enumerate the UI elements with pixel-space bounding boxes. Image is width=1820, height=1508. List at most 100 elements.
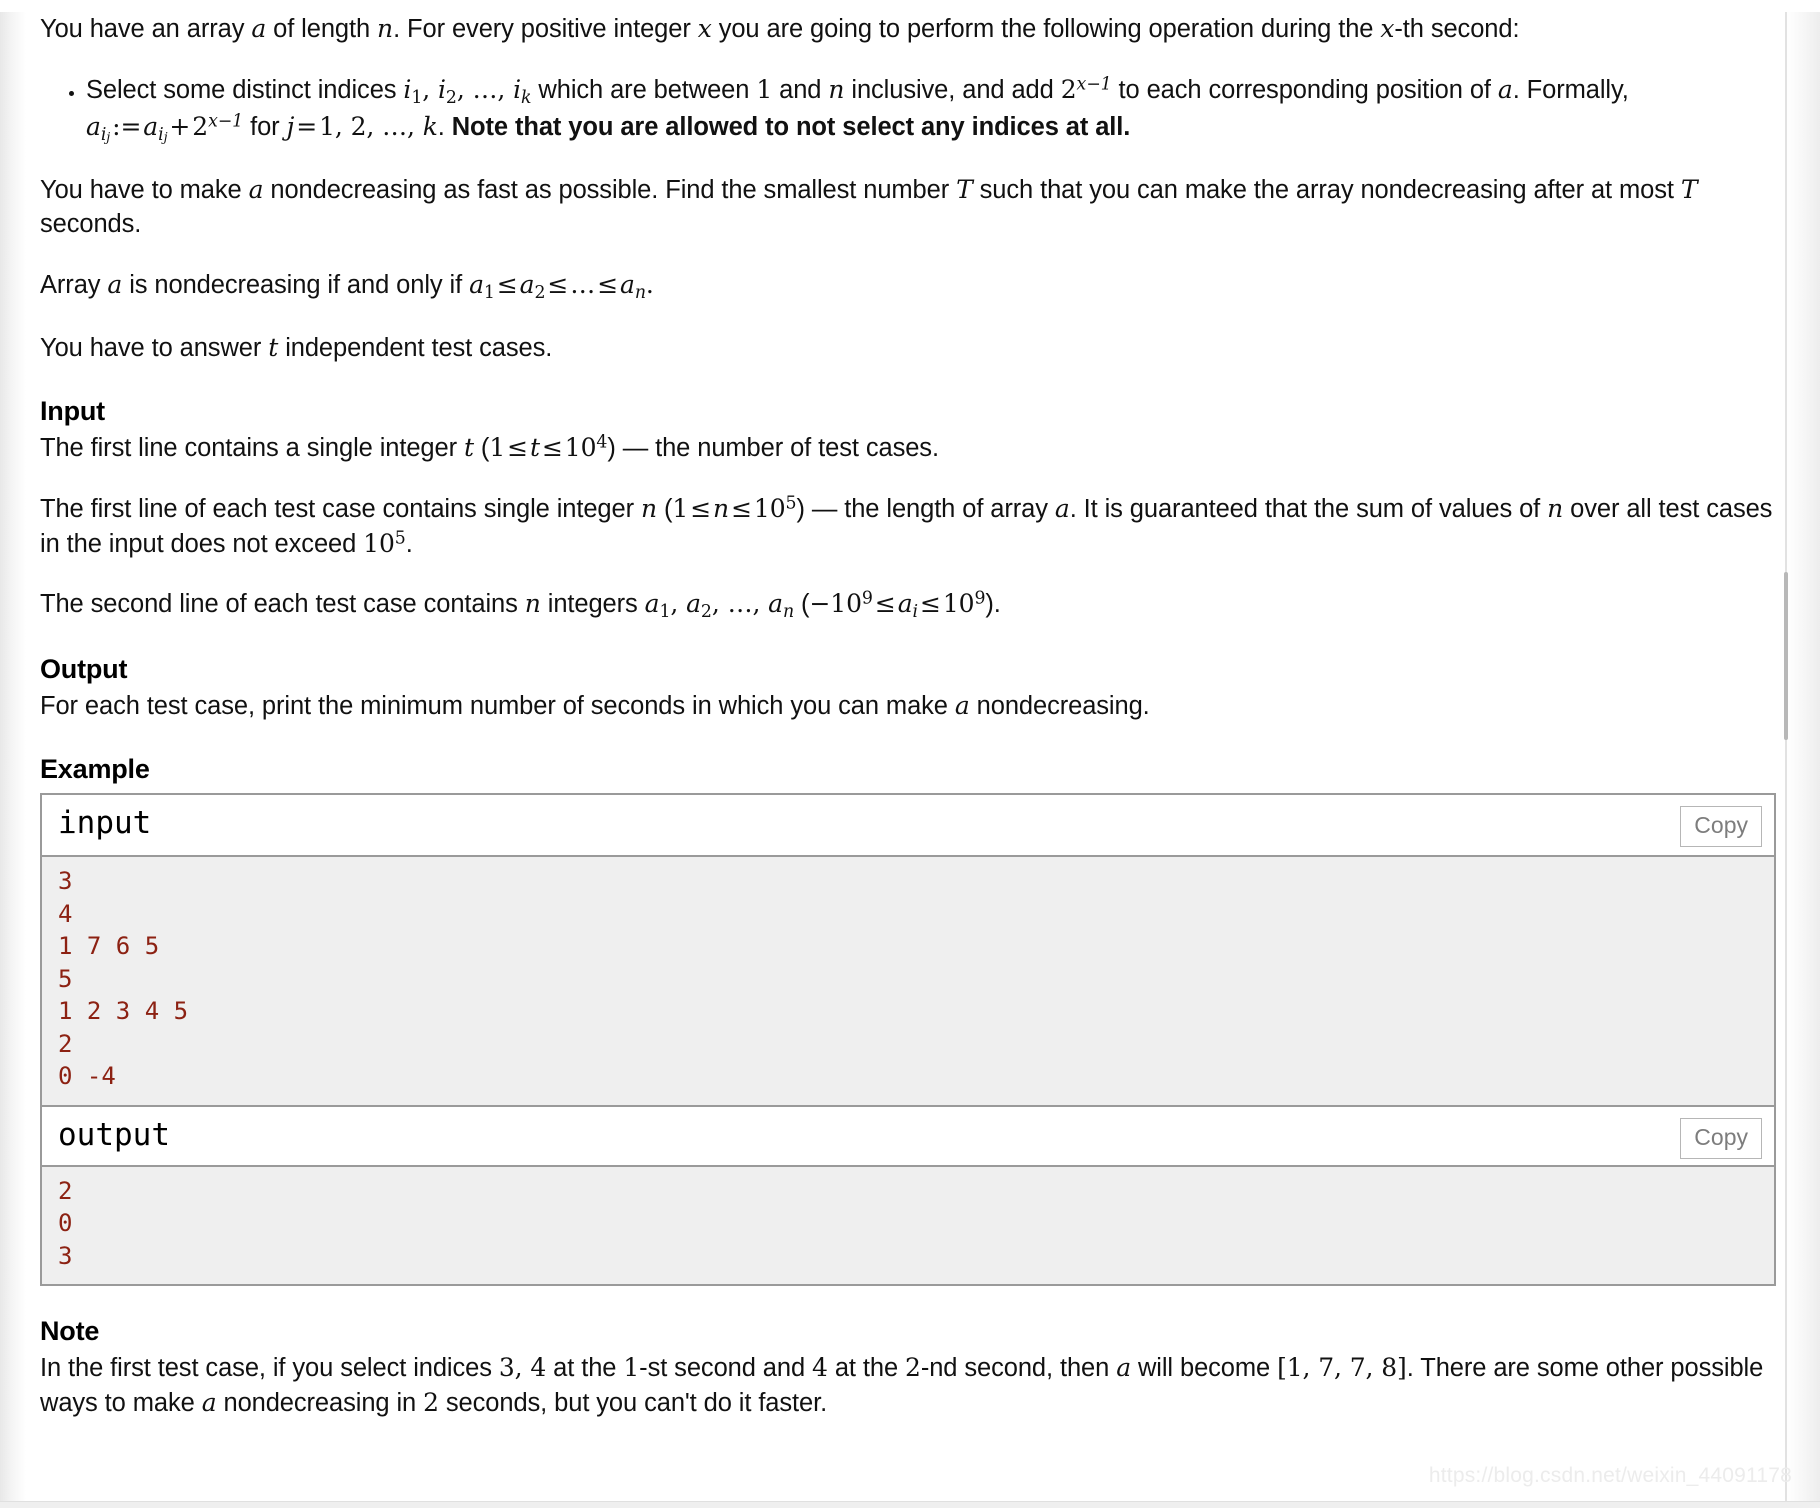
var-a-def: a	[107, 269, 123, 299]
inp3-ten: 10	[830, 589, 862, 619]
note-two: 2	[905, 1353, 921, 1383]
note-c: -st second and	[639, 1354, 813, 1383]
inp3-dots: …	[727, 589, 753, 619]
note-three: 3	[498, 1353, 515, 1383]
bullet-text-7: for	[243, 112, 287, 141]
inp2-var-arr: a	[1054, 493, 1070, 523]
bullet-comma-4: ,	[406, 111, 423, 141]
inp2-ten2: 10	[363, 528, 395, 558]
var-k: k	[422, 111, 438, 141]
inp2-a: The first line of each test case contain…	[40, 494, 641, 523]
var-T: T	[956, 175, 973, 205]
var-n: n	[377, 14, 394, 43]
input-paragraph-1: The first line contains a single integer…	[40, 431, 1776, 466]
inp3-le1: ≤	[874, 589, 896, 619]
num-two-base-2: 2	[192, 111, 209, 141]
nondecreasing-definition-paragraph: Array a is nondecreasing if and only if …	[40, 268, 1776, 305]
inp3-var-n: n	[524, 589, 541, 619]
bottom-page-rule	[0, 1501, 1820, 1508]
goal-text-4: seconds.	[40, 210, 142, 239]
var-aij-2: a	[143, 111, 159, 141]
inp2-one: 1	[672, 493, 689, 523]
sample-input-label: input	[58, 805, 152, 842]
copy-output-button[interactable]: Copy	[1680, 1117, 1762, 1159]
index-list: 1, 2, …	[319, 111, 407, 141]
inp3-le2: ≤	[919, 589, 941, 619]
inp1-b: (	[473, 433, 490, 462]
copy-input-button[interactable]: Copy	[1680, 806, 1762, 848]
out-var-arr: a	[954, 691, 970, 721]
def-ellipsis: …	[570, 269, 596, 299]
intro-text-a: You have an array	[40, 15, 252, 43]
goal-text-2: nondecreasing as fast as possible. Find …	[263, 176, 957, 205]
note-four-2: 4	[812, 1353, 828, 1383]
def-period: .	[645, 269, 654, 299]
var-i2-sub: 2	[445, 87, 457, 108]
note-a: In the first test case, if you select in…	[40, 1354, 499, 1383]
inp3-a1: a	[644, 589, 660, 619]
note-d: at the	[827, 1354, 906, 1383]
exp-x-minus-1: x−1	[1076, 74, 1112, 95]
var-a2: a	[519, 269, 535, 299]
var-t: t	[268, 332, 279, 362]
inp3-a2-sub: 2	[700, 602, 712, 623]
plus-operator: +	[169, 111, 191, 141]
csdn-watermark: https://blog.csdn.net/weixin_44091178	[1428, 1464, 1792, 1487]
inp2-var-n3: n	[1547, 493, 1564, 523]
equals-operator: =	[296, 111, 318, 141]
inp2-var-n2: n	[713, 493, 730, 523]
tc-text-1: You have to answer	[40, 333, 269, 362]
inp2-exp2: 5	[394, 527, 406, 548]
inp2-var-n: n	[640, 493, 657, 523]
exp-x-minus-1-b: x−1	[208, 111, 244, 132]
inp1-one: 1	[489, 432, 506, 462]
note-f: will become	[1131, 1354, 1278, 1383]
def-text-2: is nondecreasing if and only if	[122, 270, 470, 299]
bullet-text-8: .	[437, 112, 452, 141]
note-e: -nd second, then	[920, 1354, 1117, 1383]
inp3-exp2: 9	[974, 588, 986, 609]
bullet-comma-1: ,	[422, 74, 438, 104]
inp3-b: integers	[540, 590, 645, 619]
note-four: 4	[530, 1353, 547, 1383]
intro-text-b: of length	[266, 15, 378, 43]
sample-tests-block: input Copy 3 4 1 7 6 5 5 1 2 3 4 5 2 0 -…	[40, 793, 1776, 1287]
note-h: nondecreasing in	[216, 1389, 424, 1418]
bullet-text-5: to each corresponding position of	[1111, 75, 1498, 104]
inp2-le1: ≤	[690, 493, 712, 523]
bullet-comma-3: ,	[497, 74, 514, 104]
bullet-text-6: . Formally,	[1512, 75, 1629, 104]
le-1: ≤	[496, 269, 518, 299]
input-paragraph-3: The second line of each test case contai…	[40, 587, 1776, 624]
le-3: ≤	[597, 269, 619, 299]
inp1-le1: ≤	[507, 432, 528, 462]
var-T-2: T	[1680, 175, 1698, 205]
problem-statement-page: You have an array a of length n. For eve…	[0, 12, 1820, 1421]
inp3-c2: ,	[711, 589, 728, 619]
inp1-le2: ≤	[541, 432, 563, 462]
intro-text-d: you are going to perform the following o…	[711, 15, 1381, 43]
inp1-exp: 4	[596, 432, 608, 453]
bullet-text-4: inclusive, and add	[844, 75, 1061, 104]
sample-input-data: 3 4 1 7 6 5 5 1 2 3 4 5 2 0 -4	[42, 857, 1774, 1105]
bullet-note-bold: Note that you are allowed to not select …	[451, 112, 1131, 141]
inp3-c3: ,	[752, 589, 769, 619]
inp3-a2: a	[686, 589, 701, 619]
sample-output-data: 2 0 3	[42, 1166, 1774, 1285]
intro-text-e: -th second:	[1394, 15, 1520, 43]
var-a-goal: a	[248, 175, 264, 205]
out-a: For each test case, print the minimum nu…	[40, 692, 955, 721]
tc-text-2: independent test cases.	[278, 333, 553, 362]
bullet-ellipsis: …	[472, 74, 498, 104]
var-i2: i	[437, 74, 446, 104]
note-var-arr: a	[1116, 1353, 1131, 1383]
inp3-neg: −	[809, 589, 831, 619]
inp3-a: The second line of each test case contai…	[40, 590, 525, 619]
out-b: nondecreasing.	[969, 692, 1150, 721]
inp1-c: ) — the number of test cases.	[607, 433, 939, 462]
inp3-ai: a	[897, 589, 913, 619]
var-i1-sub: 1	[411, 87, 423, 108]
inp2-f: .	[405, 529, 413, 558]
var-a1-sub: 1	[483, 282, 495, 303]
note-i: seconds, but you can't do it faster.	[438, 1389, 828, 1418]
